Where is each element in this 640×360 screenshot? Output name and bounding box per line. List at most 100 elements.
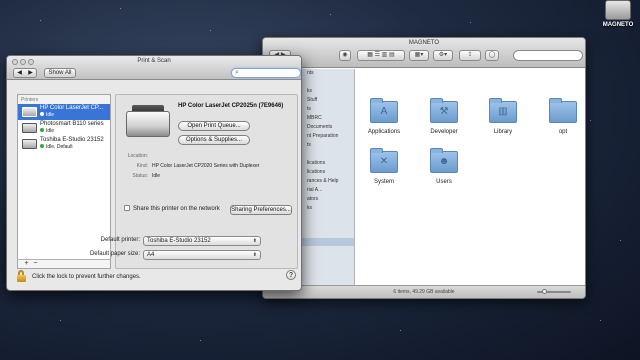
default-printer-popup[interactable]: Toshiba E-Studio 23152 ⬍ — [143, 236, 261, 246]
star — [60, 320, 61, 321]
printer-name: Photosmart B110 series — [40, 121, 104, 127]
folder-label: Applications — [367, 129, 401, 135]
hard-disk-icon[interactable] — [605, 0, 631, 20]
icon-size-slider[interactable] — [537, 289, 571, 294]
folder-developer[interactable]: ⚒ Developer — [416, 98, 472, 135]
star — [40, 20, 41, 21]
popup-arrows-icon: ⬍ — [252, 238, 257, 244]
share-printer-label: Share this printer on the network — [133, 206, 220, 212]
folder-library[interactable]: ▥ Library — [475, 98, 531, 135]
folder-label: opt — [558, 129, 568, 135]
folder-label: Developer — [430, 129, 458, 135]
show-all-button[interactable]: Show All — [44, 68, 76, 78]
popup-arrows-icon: ⬍ — [252, 252, 257, 258]
applications-folder-icon: A — [370, 98, 398, 123]
folder-opt[interactable]: opt — [535, 98, 585, 135]
location-row: Location: — [127, 153, 148, 159]
star — [400, 330, 401, 331]
open-print-queue-button[interactable]: Open Print Queue... — [178, 121, 250, 131]
print-scan-window: Print & Scan ◀ ▶ Show All ⌕ Printers HP C… — [6, 55, 302, 291]
printer-row[interactable]: Toshiba E-Studio 23152 Idle, Default — [18, 136, 110, 152]
star — [600, 320, 601, 321]
default-paper-label: Default paper size: — [89, 251, 140, 257]
options-supplies-button[interactable]: Options & Supplies... — [178, 135, 250, 145]
share-printer-checkbox[interactable]: Share this printer on the network — [124, 205, 220, 212]
quick-look-button[interactable]: ◉ — [339, 50, 351, 61]
finder-status-bar: 6 items, 49.29 GB available — [263, 285, 585, 298]
default-printer-label: Default printer: — [100, 237, 140, 243]
printer-status-text: Idle — [46, 112, 55, 118]
lock-icon[interactable] — [17, 270, 26, 282]
star — [210, 30, 211, 31]
finder-titlebar[interactable]: MAGNETO ◀ ▶ ◉ ▦ ☰ ▥ ▤ ▦▾ ⚙▾ ⇪ ◯ — [263, 38, 585, 68]
star — [620, 240, 621, 241]
lock-text: Click the lock to prevent further change… — [32, 274, 141, 280]
view-mode-buttons[interactable]: ▦ ☰ ▥ ▤ — [357, 50, 405, 61]
default-paper-popup[interactable]: A4 ⬍ — [143, 250, 261, 260]
folder-label: Library — [493, 129, 513, 135]
default-paper-row: Default paper size: — [21, 251, 140, 257]
arrange-button[interactable]: ▦▾ — [409, 50, 429, 61]
default-printer-value: Toshiba E-Studio 23152 — [147, 238, 211, 244]
default-paper-value: A4 — [147, 252, 155, 258]
star — [120, 8, 121, 9]
back-arrow-icon[interactable]: ◀ — [14, 69, 25, 77]
finder-title: MAGNETO — [408, 40, 440, 46]
disk-label: MAGNETO — [602, 22, 634, 28]
printer-list-footer: + − — [18, 259, 110, 268]
finder-content: A Applications ⚒ Developer ▥ Library opt… — [356, 69, 585, 285]
print-scan-title: Print & Scan — [137, 58, 171, 64]
developer-folder-icon: ⚒ — [430, 98, 458, 123]
search-icon: ⌕ — [235, 69, 239, 76]
status-dot-icon — [40, 144, 44, 148]
slider-knob[interactable] — [542, 289, 547, 294]
printer-name: HP Color LaserJet CP... — [40, 105, 104, 111]
remove-printer-button[interactable]: − — [31, 260, 40, 268]
checkbox-box[interactable] — [124, 205, 130, 212]
printer-icon — [22, 123, 37, 133]
status-row: Status: Idle — [132, 173, 161, 179]
finder-status-text: 6 items, 49.29 GB available — [393, 289, 455, 295]
printer-status-text: Idle, Default — [46, 144, 73, 150]
desktop-disk[interactable]: MAGNETO — [598, 0, 638, 34]
sharing-preferences-button[interactable]: Sharing Preferences... — [230, 205, 292, 215]
printer-status: Idle — [40, 128, 110, 135]
help-button[interactable]: ? — [286, 270, 296, 280]
finder-window: MAGNETO ◀ ▶ ◉ ▦ ☰ ▥ ▤ ▦▾ ⚙▾ ⇪ ◯ ntsksStu… — [262, 37, 586, 299]
printer-icon — [126, 105, 170, 139]
printer-row[interactable]: HP Color LaserJet CP... Idle — [18, 104, 110, 120]
system-folder-icon: ✕ — [370, 148, 398, 173]
printer-name: Toshiba E-Studio 23152 — [40, 137, 104, 143]
printer-icon — [22, 139, 37, 149]
users-folder-icon: ☻ — [430, 148, 458, 173]
printer-status: Idle — [40, 112, 110, 119]
status-dot-icon — [40, 128, 44, 132]
printer-icon — [22, 107, 37, 117]
share-button[interactable]: ⇪ — [459, 50, 481, 61]
star — [470, 22, 471, 23]
action-button[interactable]: ⚙▾ — [433, 50, 453, 61]
star — [330, 14, 331, 15]
tags-button[interactable]: ◯ — [485, 50, 499, 61]
folder-icon — [549, 98, 577, 123]
status-dot-icon — [40, 112, 44, 116]
printer-status: Idle, Default — [40, 144, 110, 151]
folder-applications[interactable]: A Applications — [356, 98, 412, 135]
folder-system[interactable]: ✕ System — [356, 148, 412, 185]
printer-status-text: Idle — [46, 128, 55, 134]
folder-label: Users — [436, 179, 452, 185]
default-printer-row: Default printer: — [21, 237, 140, 243]
kind-row: Kind: HP Color LaserJet CP2020 Series wit… — [136, 163, 260, 169]
finder-search-field[interactable] — [513, 50, 583, 61]
nav-buttons: ◀ ▶ — [13, 68, 37, 78]
forward-arrow-icon[interactable]: ▶ — [25, 69, 36, 77]
add-printer-button[interactable]: + — [22, 260, 31, 268]
selected-printer-name: HP Color LaserJet CP2025n (7E9646) — [178, 103, 284, 109]
folder-users[interactable]: ☻ Users — [416, 148, 472, 185]
printer-row[interactable]: Photosmart B110 series Idle — [18, 120, 110, 136]
prefs-search-field[interactable]: ⌕ — [231, 68, 301, 78]
print-scan-titlebar[interactable]: Print & Scan ◀ ▶ Show All ⌕ — [7, 56, 301, 80]
printer-rows: HP Color LaserJet CP... Idle Photosmart B1… — [18, 104, 110, 152]
folder-label: System — [373, 179, 394, 185]
star — [590, 120, 591, 121]
